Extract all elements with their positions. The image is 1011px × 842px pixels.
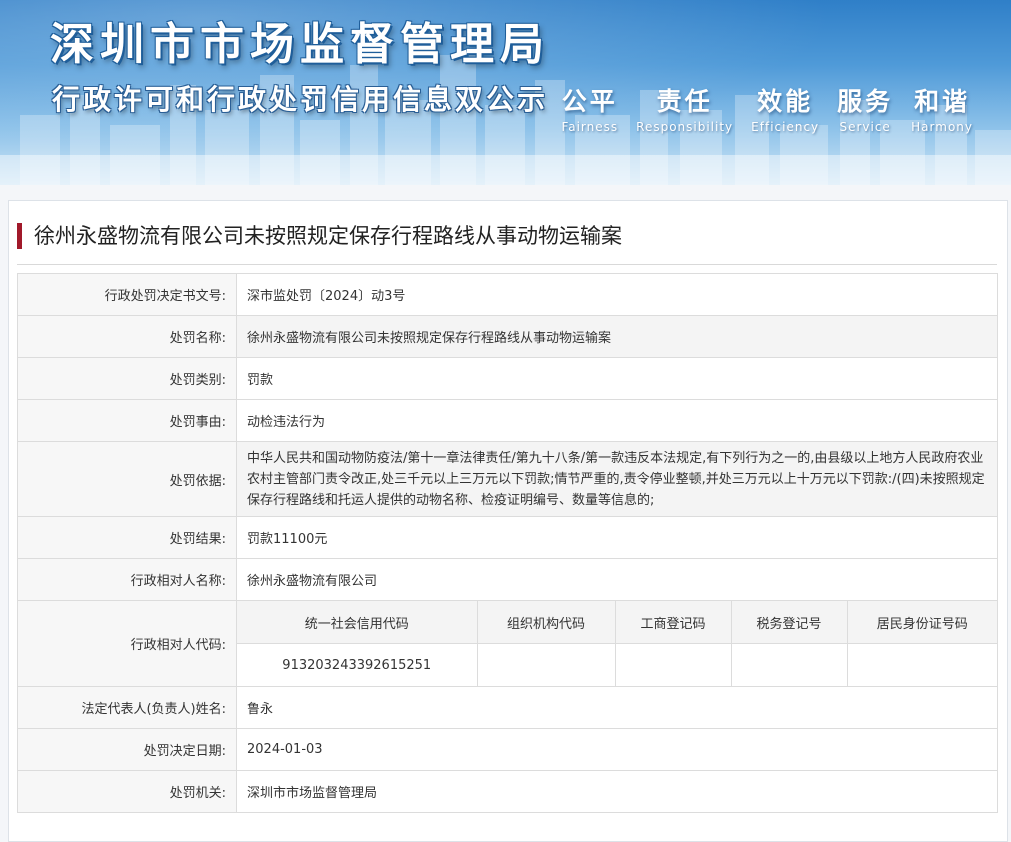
penalty-name-value: 徐州永盛物流有限公司未按照规定保存行程路线从事动物运输案 <box>236 315 998 358</box>
code-value-credit: 913203243392615251 <box>237 643 478 686</box>
penalty-basis-label: 处罚依据: <box>17 441 237 517</box>
table-row: 处罚结果: 罚款11100元 <box>17 516 998 559</box>
penalty-type-label: 处罚类别: <box>17 357 237 400</box>
penalty-reason-value: 动检违法行为 <box>236 399 998 442</box>
slogan-en: Efficiency <box>751 120 820 134</box>
slogan-responsibility: 责任 Responsibility <box>636 82 733 134</box>
slogan-en: Harmony <box>911 120 973 134</box>
penalty-result-label: 处罚结果: <box>17 516 237 559</box>
code-header-business: 工商登记码 <box>615 601 732 644</box>
penalty-basis-value: 中华人民共和国动物防疫法/第十一章法律责任/第九十八条/第一款违反本法规定,有下… <box>236 441 998 517</box>
table-row: 处罚依据: 中华人民共和国动物防疫法/第十一章法律责任/第九十八条/第一款违反本… <box>17 441 998 517</box>
penalty-reason-label: 处罚事由: <box>17 399 237 442</box>
code-value-id <box>847 644 997 687</box>
table-row: 行政处罚决定书文号: 深市监处罚〔2024〕动3号 <box>17 273 998 316</box>
penalty-type-value: 罚款 <box>236 357 998 400</box>
slogan-cn: 和谐 <box>914 87 971 116</box>
slogan-efficiency: 效能 Efficiency <box>751 82 819 134</box>
slogan-cn: 责任 <box>656 87 713 116</box>
case-detail-panel: 徐州永盛物流有限公司未按照规定保存行程路线从事动物运输案 行政处罚决定书文号: … <box>8 200 1008 842</box>
slogan-cn: 服务 <box>837 87 894 116</box>
authority-value: 深圳市市场监督管理局 <box>236 770 998 813</box>
slogan-harmony: 和谐 Harmony <box>911 82 973 134</box>
penalty-info-table: 行政处罚决定书文号: 深市监处罚〔2024〕动3号 处罚名称: 徐州永盛物流有限… <box>17 273 998 813</box>
code-value-org <box>477 643 616 686</box>
doc-no-label: 行政处罚决定书文号: <box>17 273 237 316</box>
penalty-result-value: 罚款11100元 <box>236 516 998 559</box>
party-name-label: 行政相对人名称: <box>17 558 237 601</box>
penalty-name-label: 处罚名称: <box>17 315 237 358</box>
slogan-en: Fairness <box>561 120 619 134</box>
table-row: 处罚名称: 徐州永盛物流有限公司未按照规定保存行程路线从事动物运输案 <box>17 315 998 358</box>
table-row: 行政相对人名称: 徐州永盛物流有限公司 <box>17 558 998 601</box>
slogan-en: Responsibility <box>636 120 734 134</box>
doc-no-value: 深市监处罚〔2024〕动3号 <box>236 273 998 316</box>
slogan-fairness: 公平 Fairness <box>561 82 618 134</box>
slogan-cn: 效能 <box>757 87 814 116</box>
table-row: 处罚类别: 罚款 <box>17 357 998 400</box>
authority-label: 处罚机关: <box>17 770 237 813</box>
title-divider <box>17 264 997 265</box>
decision-date-label: 处罚决定日期: <box>17 728 237 771</box>
table-row: 处罚事由: 动检违法行为 <box>17 399 998 442</box>
code-header-id: 居民身份证号码 <box>847 601 997 644</box>
code-header-org: 组织机构代码 <box>477 601 616 644</box>
slogan-service: 服务 Service <box>837 82 893 134</box>
table-row: 处罚决定日期: 2024-01-03 <box>17 728 998 771</box>
table-row: 处罚机关: 深圳市市场监督管理局 <box>17 770 998 813</box>
site-subtitle: 行政许可和行政处罚信用信息双公示 <box>52 83 549 116</box>
code-header-tax: 税务登记号 <box>731 601 848 644</box>
slogan-group: 公平 Fairness 责任 Responsibility 效能 Efficie… <box>543 82 973 134</box>
party-code-cell: 统一社会信用代码 组织机构代码 工商登记码 税务登记号 居民身份证号码 9132… <box>236 600 998 687</box>
legal-rep-value: 鲁永 <box>236 686 998 729</box>
code-header-row: 统一社会信用代码 组织机构代码 工商登记码 税务登记号 居民身份证号码 <box>237 601 997 644</box>
code-value-row: 913203243392615251 <box>237 643 997 687</box>
table-row: 行政相对人代码: 统一社会信用代码 组织机构代码 工商登记码 税务登记号 居民身… <box>17 600 998 687</box>
code-value-tax <box>731 643 848 686</box>
case-title: 徐州永盛物流有限公司未按照规定保存行程路线从事动物运输案 <box>17 223 622 249</box>
agency-title: 深圳市市场监督管理局 <box>50 19 550 70</box>
slogan-en: Service <box>839 120 891 134</box>
table-row: 法定代表人(负责人)姓名: 鲁永 <box>17 686 998 729</box>
slogan-cn: 公平 <box>561 87 618 116</box>
party-code-label: 行政相对人代码: <box>17 600 237 687</box>
decision-date-value: 2024-01-03 <box>236 728 998 771</box>
party-name-value: 徐州永盛物流有限公司 <box>236 558 998 601</box>
code-value-business <box>615 643 732 686</box>
legal-rep-label: 法定代表人(负责人)姓名: <box>17 686 237 729</box>
code-header-credit: 统一社会信用代码 <box>237 601 478 644</box>
party-code-table: 统一社会信用代码 组织机构代码 工商登记码 税务登记号 居民身份证号码 9132… <box>237 601 997 686</box>
header-banner: 深圳市市场监督管理局 行政许可和行政处罚信用信息双公示 公平 Fairness … <box>0 0 1011 185</box>
